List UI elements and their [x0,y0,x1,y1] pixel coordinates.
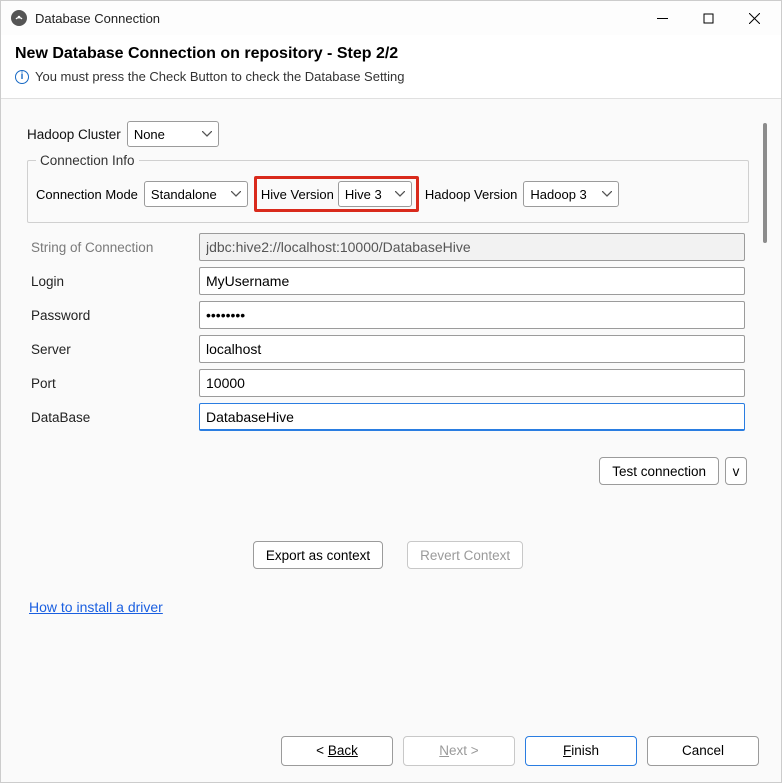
port-field[interactable] [199,369,745,397]
hive-version-select[interactable]: Hive 3 [338,181,412,207]
hadoop-version-label: Hadoop Version [425,187,518,202]
hadoop-version-select[interactable]: Hadoop 3 [523,181,619,207]
login-field[interactable] [199,267,745,295]
password-field[interactable] [199,301,745,329]
test-connection-button[interactable]: Test connection [599,457,719,485]
close-button[interactable] [731,2,777,34]
password-label: Password [31,308,199,323]
connection-mode-label: Connection Mode [36,187,138,202]
test-row: Test connection v [27,431,749,485]
info-icon: i [15,70,29,84]
connection-mode-select[interactable]: Standalone [144,181,248,207]
maximize-button[interactable] [685,2,731,34]
port-label: Port [31,376,199,391]
scrollbar-thumb[interactable] [763,123,767,243]
back-button[interactable]: < Back [281,736,393,766]
database-label: DataBase [31,410,199,425]
export-context-button[interactable]: Export as context [253,541,383,569]
connection-info-legend: Connection Info [36,153,139,168]
connection-string-field [199,233,745,261]
revert-context-button: Revert Context [407,541,523,569]
install-driver-link[interactable]: How to install a driver [29,599,163,615]
hadoop-cluster-label: Hadoop Cluster [27,127,121,142]
test-connection-dropdown-button[interactable]: v [725,457,747,485]
cancel-button[interactable]: Cancel [647,736,759,766]
minimize-button[interactable] [639,2,685,34]
fields-grid: String of Connection Login Password Serv… [27,233,749,431]
next-button: Next > [403,736,515,766]
wizard-footer: < Back Next > Finish Cancel [11,722,771,778]
database-field[interactable] [199,403,745,431]
finish-button[interactable]: Finish [525,736,637,766]
window-title: Database Connection [35,11,639,26]
hadoop-cluster-row: Hadoop Cluster None [27,121,749,147]
context-row: Export as context Revert Context [27,485,749,569]
driver-link-row: How to install a driver [27,569,749,615]
page-title: New Database Connection on repository - … [15,45,767,63]
title-bar: Database Connection [1,1,781,35]
connection-string-label: String of Connection [31,240,199,255]
login-label: Login [31,274,199,289]
hint-row: i You must press the Check Button to che… [15,69,767,84]
server-field[interactable] [199,335,745,363]
app-icon [11,10,27,26]
server-label: Server [31,342,199,357]
hint-text: You must press the Check Button to check… [35,69,405,84]
hadoop-cluster-select[interactable]: None [127,121,219,147]
connection-info-fieldset: Connection Info Connection Mode Standalo… [27,153,749,223]
main-panel: Hadoop Cluster None Connection Info Conn… [1,99,781,782]
window-controls [639,2,777,34]
hive-version-highlight: Hive Version Hive 3 [254,176,419,212]
hive-version-label: Hive Version [261,187,334,202]
form-area: Hadoop Cluster None Connection Info Conn… [11,109,771,619]
wizard-header: New Database Connection on repository - … [1,35,781,99]
